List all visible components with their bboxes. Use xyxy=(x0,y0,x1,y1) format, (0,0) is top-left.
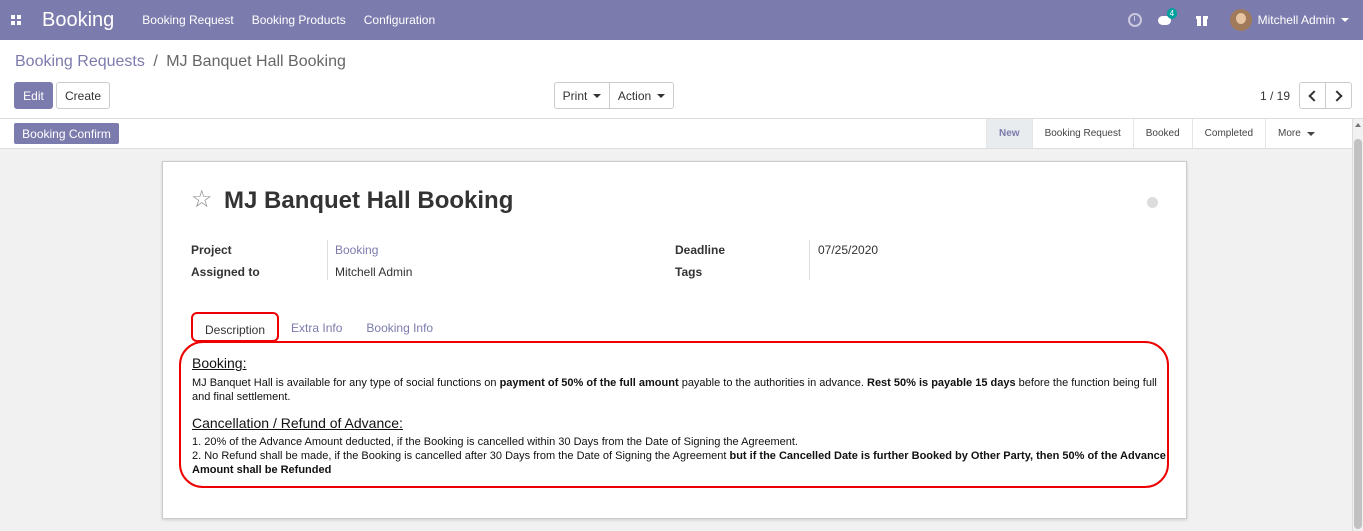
apps-menu-icon[interactable] xyxy=(0,0,30,40)
project-label: Project xyxy=(191,243,232,257)
print-label: Print xyxy=(562,88,588,103)
description-text: payable to the authorities in advance. xyxy=(678,377,867,389)
project-link[interactable]: Booking xyxy=(335,243,378,257)
stage-more-dropdown[interactable]: More xyxy=(1265,119,1327,148)
pager-value[interactable]: 1 / 19 xyxy=(1260,89,1290,103)
form-sheet: ☆ MJ Banquet Hall Booking Project Bookin… xyxy=(162,161,1187,519)
booking-confirm-button[interactable]: Booking Confirm xyxy=(14,123,119,144)
caret-down-icon xyxy=(657,93,666,98)
edit-button[interactable]: Edit xyxy=(14,82,53,109)
avatar xyxy=(1229,9,1252,31)
breadcrumb-current: MJ Banquet Hall Booking xyxy=(166,53,346,70)
description-text: before the function being full xyxy=(1015,377,1157,389)
user-menu[interactable]: Mitchell Admin xyxy=(1229,0,1363,40)
status-bar: Booking Confirm New Booking Request Book… xyxy=(0,119,1352,149)
breadcrumb: Booking Requests / MJ Banquet Hall Booki… xyxy=(15,53,346,71)
menu-booking-request[interactable]: Booking Request xyxy=(142,13,233,27)
record-title: MJ Banquet Hall Booking xyxy=(224,187,514,214)
assigned-to-label: Assigned to xyxy=(191,265,260,279)
messaging-button[interactable]: 4 xyxy=(1157,0,1196,40)
assigned-to-value[interactable]: Mitchell Admin xyxy=(335,265,412,279)
cancellation-item-1: 1. 20% of the Advance Amount deducted, i… xyxy=(192,436,798,448)
clock-icon xyxy=(1127,13,1142,27)
cancellation-list: 1. 20% of the Advance Amount deducted, i… xyxy=(192,435,1172,477)
notebook-tabs: Description Extra Info Booking Info xyxy=(191,312,445,342)
breadcrumb-separator: / xyxy=(153,53,158,70)
chevron-left-icon xyxy=(1308,89,1320,102)
field-divider xyxy=(809,240,810,280)
cancellation-item-2: 2. No Refund shall be made, if the Booki… xyxy=(192,450,730,462)
gift-button[interactable] xyxy=(1195,0,1230,40)
activity-button[interactable] xyxy=(1127,0,1158,40)
caret-down-icon xyxy=(593,93,602,98)
description-text: and final settlement. xyxy=(192,391,291,403)
scroll-up-icon[interactable] xyxy=(1355,123,1361,127)
action-dropdown[interactable]: Action xyxy=(609,82,674,109)
deadline-value[interactable]: 07/25/2020 xyxy=(818,243,878,257)
create-button[interactable]: Create xyxy=(56,82,110,109)
description-heading-booking: Booking: xyxy=(192,355,247,371)
description-heading-cancellation: Cancellation / Refund of Advance: xyxy=(192,415,403,431)
cancellation-item-2-bold: but if the Cancelled Date is further Boo… xyxy=(729,450,1166,462)
stage-booking-request[interactable]: Booking Request xyxy=(1031,119,1133,148)
description-bold-text: Rest 50% is payable 15 days xyxy=(867,377,1016,389)
main-menu: Booking Request Booking Products Configu… xyxy=(142,13,453,27)
chat-icon: 4 xyxy=(1157,7,1178,27)
tab-description[interactable]: Description xyxy=(191,312,280,342)
print-dropdown[interactable]: Print xyxy=(554,82,610,109)
app-title[interactable]: Booking xyxy=(42,9,114,32)
kanban-state-icon[interactable] xyxy=(1147,197,1158,208)
stage-booked[interactable]: Booked xyxy=(1132,119,1192,148)
caret-down-icon xyxy=(1341,18,1349,22)
description-text: MJ Banquet Hall is available for any typ… xyxy=(192,377,500,389)
tags-label: Tags xyxy=(675,265,703,279)
user-name: Mitchell Admin xyxy=(1257,13,1335,27)
description-bold-text: payment of 50% of the full amount xyxy=(499,377,679,389)
menu-booking-products[interactable]: Booking Products xyxy=(252,13,346,27)
control-panel: Booking Requests / MJ Banquet Hall Booki… xyxy=(0,40,1363,119)
pager-previous-button[interactable] xyxy=(1299,82,1326,109)
tab-booking-info[interactable]: Booking Info xyxy=(354,312,445,342)
scrollbar-thumb[interactable] xyxy=(1354,139,1362,529)
stage-pipeline: New Booking Request Booked Completed Mor… xyxy=(986,119,1327,148)
deadline-label: Deadline xyxy=(675,243,726,257)
tab-extra-info[interactable]: Extra Info xyxy=(279,312,354,342)
stage-new[interactable]: New xyxy=(986,119,1032,148)
description-paragraph: MJ Banquet Hall is available for any typ… xyxy=(192,376,1172,404)
star-icon[interactable]: ☆ xyxy=(191,188,213,212)
caret-down-icon xyxy=(1306,131,1315,136)
stage-more-label: More xyxy=(1278,128,1301,139)
chat-count-badge: 4 xyxy=(1166,7,1178,19)
vertical-scrollbar[interactable] xyxy=(1352,119,1363,531)
cancellation-item-2-bold-cont: Amount shall be Refunded xyxy=(192,464,332,476)
top-navbar: Booking Booking Request Booking Products… xyxy=(0,0,1363,40)
breadcrumb-parent[interactable]: Booking Requests xyxy=(15,53,145,70)
systray: 4 Mitchell Admin xyxy=(1127,0,1363,40)
field-divider xyxy=(327,240,328,280)
menu-configuration[interactable]: Configuration xyxy=(364,13,435,27)
stage-completed[interactable]: Completed xyxy=(1191,119,1265,148)
chevron-right-icon xyxy=(1331,89,1343,102)
pager-next-button[interactable] xyxy=(1325,82,1352,109)
action-label: Action xyxy=(617,88,652,103)
gift-icon xyxy=(1195,14,1208,26)
